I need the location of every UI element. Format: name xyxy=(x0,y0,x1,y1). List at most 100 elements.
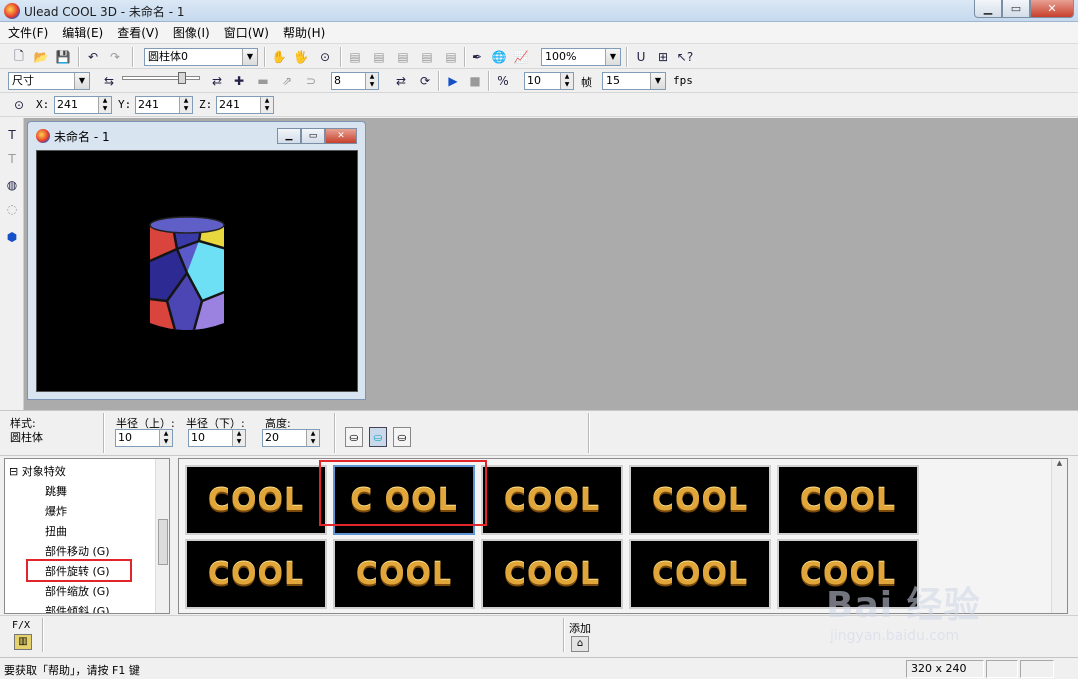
menu-view[interactable]: 查看(V) xyxy=(115,24,167,41)
zoom-select[interactable]: 100% ▼ xyxy=(541,48,621,66)
menu-file[interactable]: 文件(F) xyxy=(6,24,56,41)
play-icon[interactable]: ▶ xyxy=(444,72,462,90)
undo-icon[interactable]: ↶ xyxy=(84,48,102,66)
thumb-text: COOL xyxy=(503,482,601,518)
print4-icon[interactable]: ▤ xyxy=(418,48,436,66)
timeline-slider[interactable] xyxy=(122,76,200,80)
gallery-thumb-9[interactable]: COOL xyxy=(629,539,771,609)
key-frame-icon[interactable]: ⇄ xyxy=(208,72,226,90)
menu-help[interactable]: 帮助(H) xyxy=(281,24,333,41)
y-value: 241 xyxy=(138,98,159,111)
doc-minimize-button[interactable]: ▁ xyxy=(277,128,301,144)
gallery-thumb-3[interactable]: COOL xyxy=(481,465,623,535)
fps-select[interactable]: 15 ▼ xyxy=(602,72,666,90)
eyedropper-icon[interactable]: ✒ xyxy=(468,48,486,66)
remove-frame-icon[interactable]: ▬ xyxy=(254,72,272,90)
gallery-thumb-6[interactable]: COOL xyxy=(185,539,327,609)
radius-top-spinner[interactable]: 10 ▲ ▼ xyxy=(115,429,173,447)
globe-icon[interactable]: 🌐 xyxy=(490,48,508,66)
doc-maximize-button[interactable]: ▭ xyxy=(301,128,325,144)
print2-icon[interactable]: ▤ xyxy=(370,48,388,66)
gallery-thumb-8[interactable]: COOL xyxy=(481,539,623,609)
thumb-text: COOL xyxy=(207,482,305,518)
style-value: 圆柱体 xyxy=(10,431,43,444)
height-spinner[interactable]: 20 ▲ ▼ xyxy=(262,429,320,447)
close-button[interactable]: ✕ xyxy=(1030,0,1074,18)
gallery-thumb-4[interactable]: COOL xyxy=(629,465,771,535)
spinner-arrows-icon: ▲ ▼ xyxy=(98,97,111,113)
cylinder-hollow-button[interactable]: ⛀ xyxy=(393,427,411,447)
new-file-icon[interactable]: 🗋 xyxy=(10,48,28,66)
scroll-up-icon[interactable]: ▲ xyxy=(1057,459,1062,467)
gallery-thumb-7[interactable]: COOL xyxy=(333,539,475,609)
z-label: Z: xyxy=(199,98,213,111)
attribute-select[interactable]: 尺寸 ▼ xyxy=(8,72,90,90)
hand-move-icon[interactable]: ✋ xyxy=(270,48,288,66)
text-edit-icon[interactable]: T xyxy=(3,150,21,168)
tree-root[interactable]: ⊟ 对象特效 xyxy=(9,463,66,479)
text-tool-icon[interactable]: T xyxy=(3,126,21,144)
add-button[interactable]: ⌂ xyxy=(571,636,589,652)
tree-item-twist[interactable]: 扭曲 xyxy=(45,523,67,539)
hand-rotate-icon[interactable]: 🖐 xyxy=(292,48,310,66)
fit-object-icon[interactable]: ⊙ xyxy=(316,48,334,66)
help-pointer-icon[interactable]: ↖? xyxy=(676,48,694,66)
stop-icon[interactable]: ■ xyxy=(466,72,484,90)
tree-scrollbar[interactable] xyxy=(155,459,169,613)
minimize-button[interactable]: ▁ xyxy=(974,0,1002,18)
frames-spinner[interactable]: 8 ▲ ▼ xyxy=(331,72,379,90)
shape-insert-icon[interactable]: ◍ xyxy=(3,176,21,194)
timeline-slider-thumb[interactable] xyxy=(178,72,186,84)
fx-button[interactable]: ▥ xyxy=(14,634,32,650)
y-spinner[interactable]: 241 ▲ ▼ xyxy=(135,96,193,114)
menu-window[interactable]: 窗口(W) xyxy=(222,24,277,41)
ping-pong-icon[interactable]: ⟳ xyxy=(416,72,434,90)
open-folder-icon[interactable]: 📂 xyxy=(32,48,50,66)
gallery-thumb-5[interactable]: COOL xyxy=(777,465,919,535)
cylinder-solid-button[interactable]: ⛀ xyxy=(345,427,363,447)
tree-item-part-move[interactable]: 部件移动 (G) xyxy=(45,543,110,559)
thumb-text: COOL xyxy=(355,556,453,592)
ulead-logo-icon[interactable]: U xyxy=(632,48,650,66)
next-frame-icon[interactable]: ⊃ xyxy=(302,72,320,90)
tree-item-explode[interactable]: 爆炸 xyxy=(45,503,67,519)
gallery-thumb-1[interactable]: COOL xyxy=(185,465,327,535)
geometry-icon[interactable]: ⬢ xyxy=(3,228,21,246)
chart-icon[interactable]: 📈 xyxy=(512,48,530,66)
x-spinner[interactable]: 241 ▲ ▼ xyxy=(54,96,112,114)
print-icon[interactable]: ▤ xyxy=(346,48,364,66)
loop-icon[interactable]: ⇄ xyxy=(392,72,410,90)
fx-label: F/X xyxy=(12,620,31,631)
percent-icon[interactable]: % xyxy=(494,72,512,90)
position-icon[interactable]: ⊙ xyxy=(10,96,28,114)
gallery-thumb-10[interactable]: COOL xyxy=(777,539,919,609)
tree-item-part-scale[interactable]: 部件缩放 (G) xyxy=(45,583,110,599)
menu-edit[interactable]: 编辑(E) xyxy=(60,24,111,41)
web-icon[interactable]: ⊞ xyxy=(654,48,672,66)
save-icon[interactable]: 💾 xyxy=(54,48,72,66)
add-frame-icon[interactable]: ✚ xyxy=(230,72,248,90)
maximize-button[interactable]: ▭ xyxy=(1002,0,1030,18)
print5-icon[interactable]: ▤ xyxy=(442,48,460,66)
render-canvas[interactable] xyxy=(36,150,358,392)
cylinder-cyan-button[interactable]: ⛀ xyxy=(369,427,387,447)
radius-top-value: 10 xyxy=(118,431,132,444)
gallery-scrollbar[interactable]: ▲ xyxy=(1051,459,1067,613)
object-select[interactable]: 圆柱体0 ▼ xyxy=(144,48,258,66)
redo-icon[interactable]: ↷ xyxy=(106,48,124,66)
tree-item-part-skew[interactable]: 部件倾斜 (G) xyxy=(45,603,110,613)
tree-item-dance[interactable]: 跳舞 xyxy=(45,483,67,499)
print3-icon[interactable]: ▤ xyxy=(394,48,412,66)
z-spinner[interactable]: 241 ▲ ▼ xyxy=(216,96,274,114)
properties-bar: 样式: 圆柱体 半径（上）: 10 ▲ ▼ 半径（下）: 10 ▲ ▼ 高度: 20… xyxy=(0,410,1078,456)
rewind-icon[interactable]: ⇆ xyxy=(100,72,118,90)
tree-scroll-thumb[interactable] xyxy=(158,519,168,565)
radius-bottom-spinner[interactable]: 10 ▲ ▼ xyxy=(188,429,246,447)
shape-edit-icon[interactable]: ◌ xyxy=(3,200,21,218)
menu-image[interactable]: 图像(I) xyxy=(171,24,218,41)
speed-spinner[interactable]: 10 ▲ ▼ xyxy=(524,72,574,90)
doc-close-button[interactable]: ✕ xyxy=(325,128,357,144)
reverse-frame-icon[interactable]: ⇗ xyxy=(278,72,296,90)
thumb-text: COOL xyxy=(799,556,897,592)
cylinder-object[interactable] xyxy=(37,151,357,391)
